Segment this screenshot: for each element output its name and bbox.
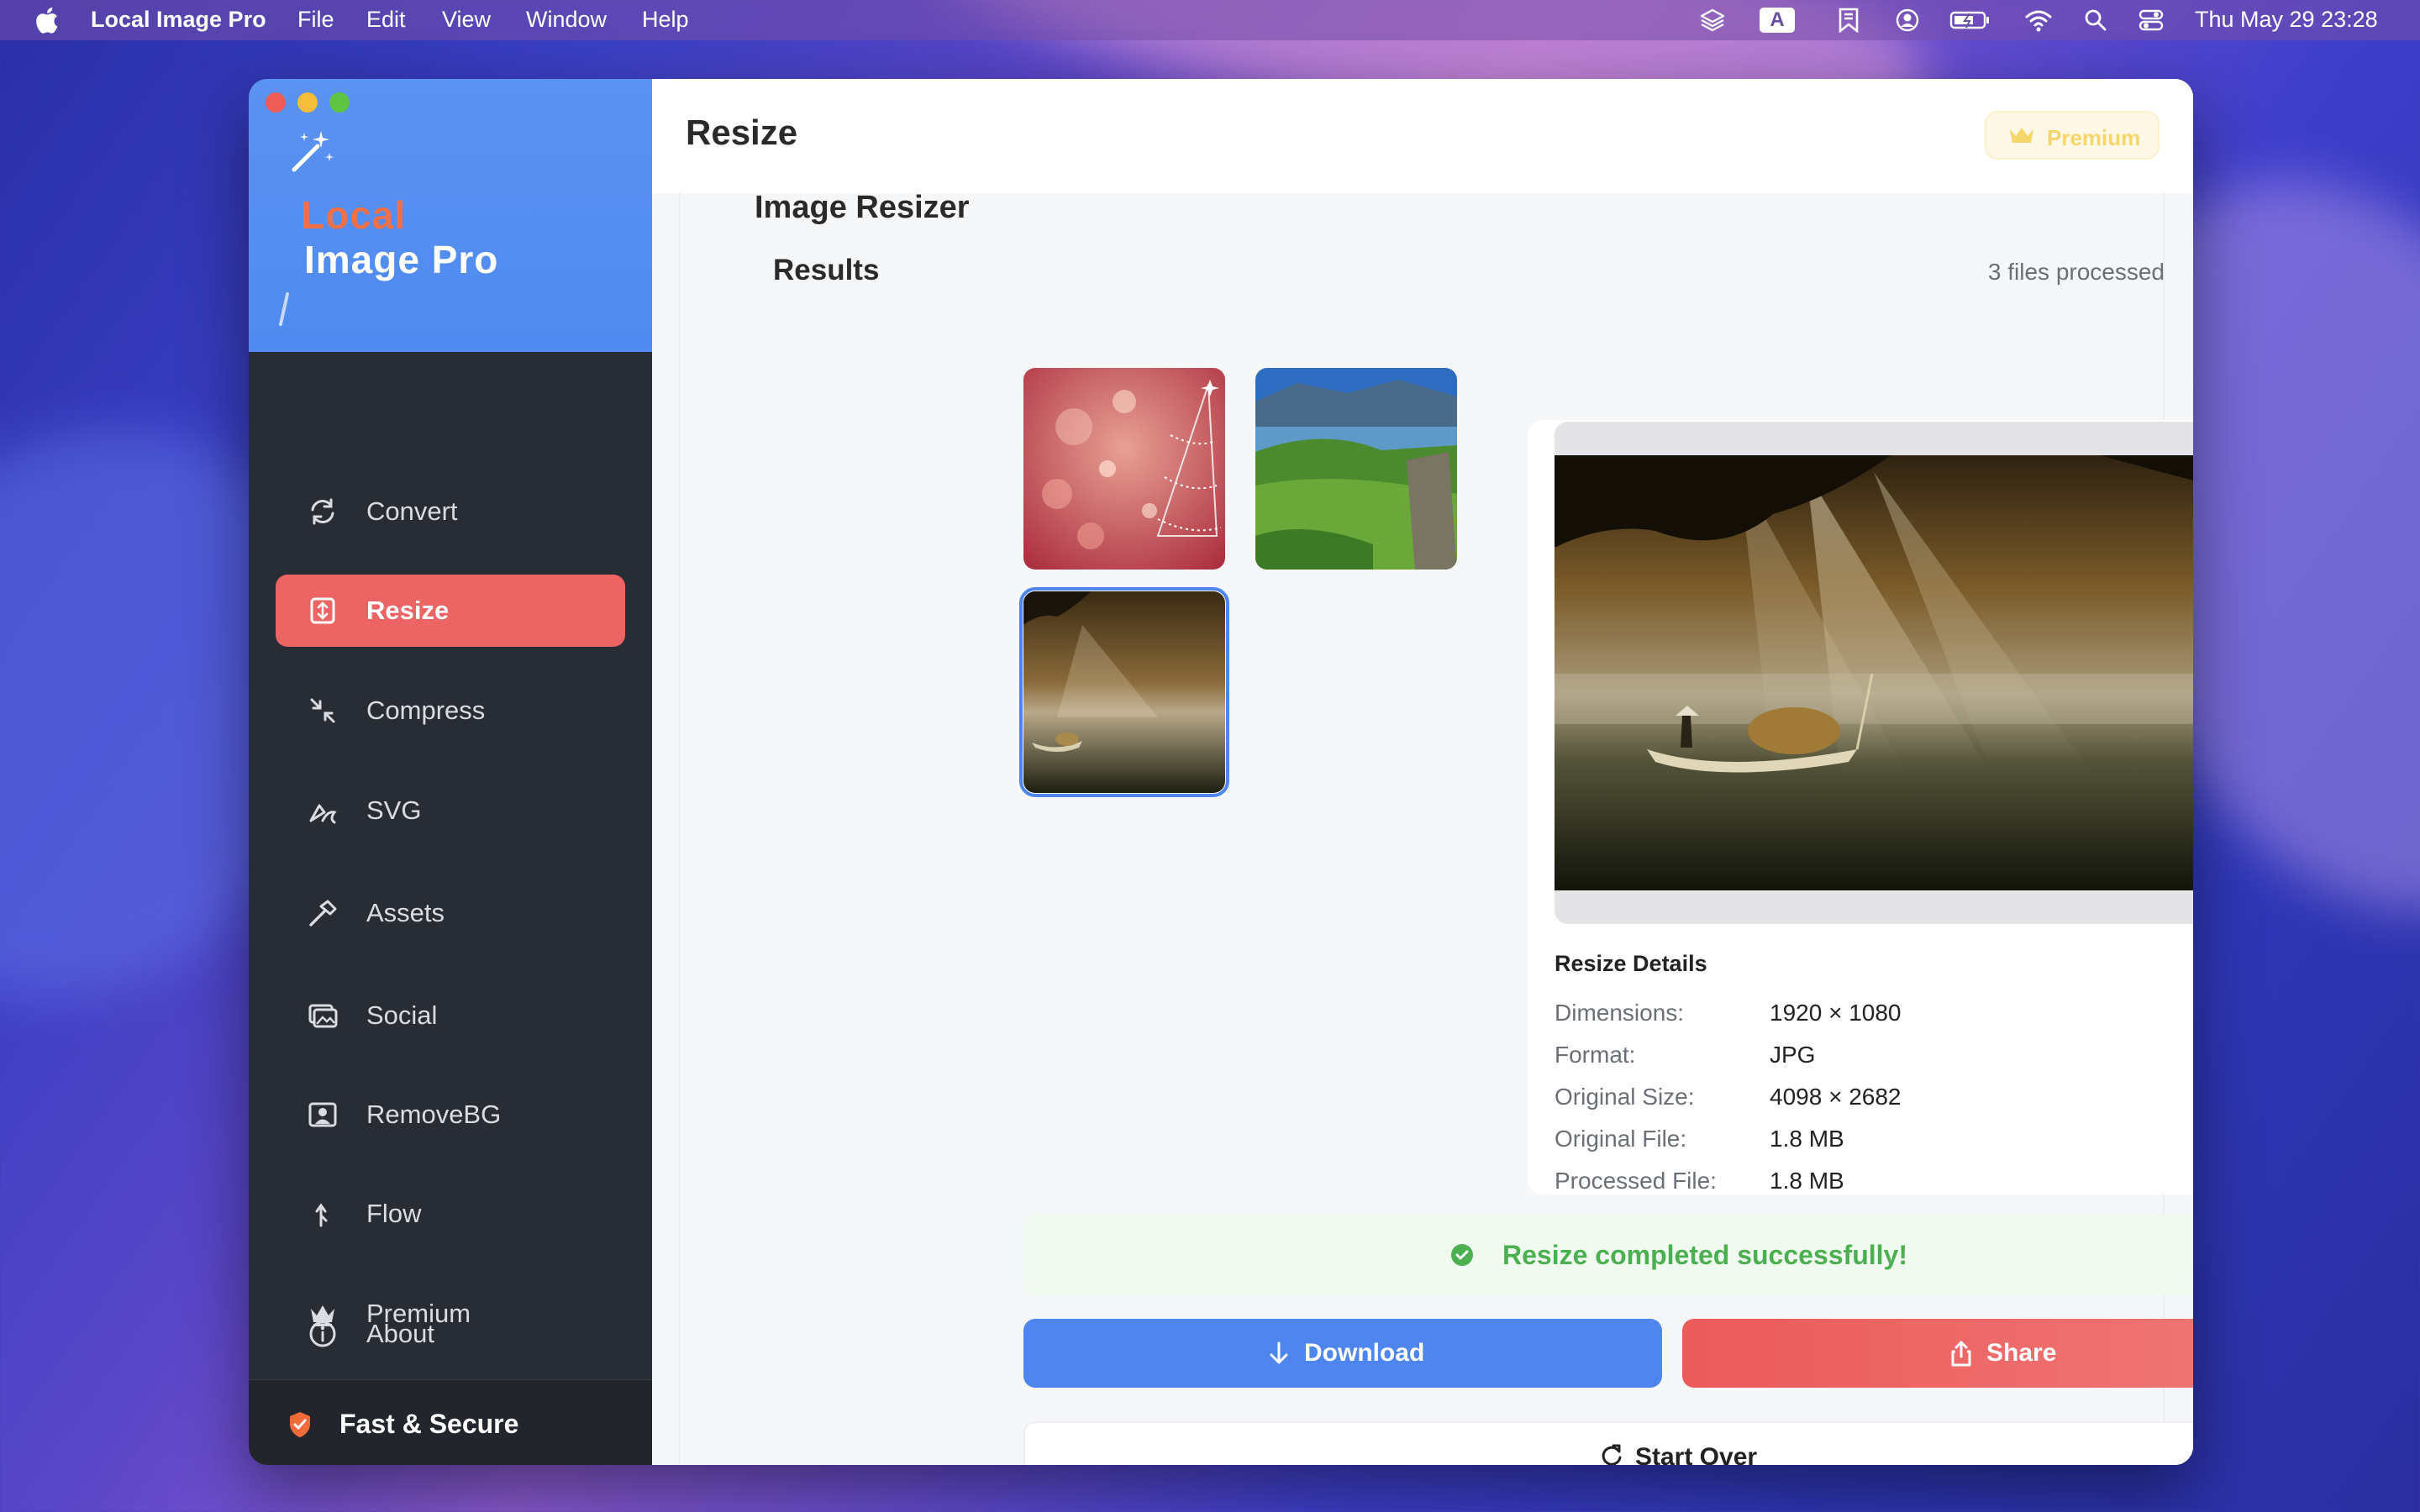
logo-text-image-pro: Image Pro [304,238,499,281]
start-over-button[interactable]: Start Over [1023,1421,2193,1465]
sidebar-item-label: Convert [366,496,458,526]
details-heading: Resize Details [1555,951,1707,976]
detail-key: Original Size: [1555,1084,1695,1110]
menu-edit[interactable]: Edit [366,7,406,33]
section-title: Image Resizer [755,190,970,225]
detail-key: Dimensions: [1555,1000,1685,1026]
share-label: Share [1986,1339,2057,1367]
rotate-icon [1602,1444,1622,1465]
menu-bar: Local Image Pro File Edit View Window He… [0,0,2420,40]
sidebar: Local Image Pro Convert Resize Compress … [249,79,652,1465]
control-center-icon[interactable] [2138,8,2165,33]
close-window-button[interactable] [266,92,286,113]
premium-button[interactable]: Premium [1985,111,2160,160]
preview-details-card: Resize Details Dimensions: 1920 × 1080 F… [1528,420,2193,1194]
sidebar-item-label: Flow [366,1199,422,1228]
preview-image [1555,422,2193,924]
battery-icon[interactable] [1949,8,1991,33]
input-source-badge[interactable]: A [1760,8,1795,33]
share-icon [1951,1341,1971,1367]
result-thumbnail-christmas[interactable] [1023,368,1225,570]
shield-icon [290,1412,310,1437]
detail-value: 1920 × 1080 [1770,1000,1902,1026]
preview-image-frame [1555,422,2193,924]
menu-window[interactable]: Window [526,7,607,33]
download-button[interactable]: Download [1023,1319,1662,1388]
share-button[interactable]: Share [1682,1319,2193,1388]
misty-boat-image [1023,591,1225,793]
detail-key: Processed File: [1555,1168,1717,1194]
search-icon[interactable] [2082,8,2109,33]
result-thumbnail-lake[interactable] [1255,368,1457,570]
files-processed-count: 3 files processed [1987,259,2165,285]
top-bar: Resize Premium [652,79,2193,193]
detail-key: Original File: [1555,1126,1687,1152]
sidebar-item-label: Assets [366,898,445,927]
mountain-lake-image [1255,368,1457,570]
sidebar-item-convert[interactable]: Convert [276,475,625,548]
compress-icon [310,698,335,723]
bookmark-grid-icon[interactable] [1835,8,1862,33]
wifi-icon[interactable] [2023,8,2054,33]
check-circle-icon [1451,1244,1473,1266]
menu-clock[interactable]: Thu May 29 23:28 [2195,7,2378,33]
zoom-window-button[interactable] [329,92,350,113]
premium-label: Premium [2047,125,2141,150]
page-title: Resize [686,113,798,152]
sidebar-item-label: SVG [366,795,422,825]
magic-wand-icon [292,131,334,172]
refresh-icon [311,498,334,525]
sidebar-item-removebg[interactable]: RemoveBG [276,1079,625,1151]
menu-help[interactable]: Help [642,7,689,33]
sidebar-item-social[interactable]: Social [276,979,625,1052]
result-thumbnail-boat[interactable] [1019,587,1229,797]
footer-label: Fast & Secure [339,1409,519,1439]
pen-icon [309,804,337,824]
detail-value: 1.8 MB [1770,1168,1844,1194]
layers-icon[interactable] [1699,8,1726,33]
hammer-icon [309,900,337,927]
photos-icon [308,1004,338,1028]
minimize-window-button[interactable] [297,92,318,113]
user-circle-icon[interactable] [1894,8,1921,33]
detail-value: 4098 × 2682 [1770,1084,1902,1110]
resize-icon [310,597,335,624]
logo-text-local: Local [301,193,407,237]
success-message: Resize completed successfully! [1502,1240,1907,1270]
sidebar-item-label: Resize [366,596,450,625]
sidebar-item-resize[interactable]: Resize [276,575,625,647]
sidebar-footer: Fast & Secure [249,1379,652,1465]
detail-key: Format: [1555,1042,1636,1068]
logo-slash-mark [279,292,289,326]
sidebar-item-assets[interactable]: Assets [276,877,625,949]
crown-icon [2010,128,2033,143]
app-window: Local Image Pro Convert Resize Compress … [249,79,2193,1465]
info-icon [309,1320,336,1347]
flow-icon [315,1203,328,1227]
apple-icon[interactable] [34,5,59,35]
arrow-down-icon [1270,1341,1288,1364]
detail-value: JPG [1770,1042,1816,1068]
sidebar-item-label: About [366,1319,435,1348]
sidebar-item-flow[interactable]: Flow [276,1178,625,1250]
success-banner: Resize completed successfully! [1023,1215,2193,1295]
results-title: Results [773,254,880,286]
menu-view[interactable]: View [442,7,491,33]
person-frame-icon [308,1102,337,1127]
main-content: Resize Premium Image Resizer Results 3 f… [652,79,2193,1465]
menu-app-name[interactable]: Local Image Pro [91,7,266,33]
sidebar-item-svg[interactable]: SVG [276,774,625,847]
menu-file[interactable]: File [297,7,334,33]
sidebar-item-about[interactable]: About [276,1298,625,1370]
sidebar-item-compress[interactable]: Compress [276,675,625,747]
detail-value: 1.8 MB [1770,1126,1844,1152]
start-over-label: Start Over [1635,1443,1758,1465]
sidebar-header: Local Image Pro [249,79,652,352]
christmas-bokeh-image [1023,368,1225,570]
download-label: Download [1304,1339,1425,1367]
sidebar-item-label: RemoveBG [366,1100,502,1129]
sidebar-item-label: Compress [366,696,486,725]
sidebar-item-label: Social [366,1000,438,1030]
